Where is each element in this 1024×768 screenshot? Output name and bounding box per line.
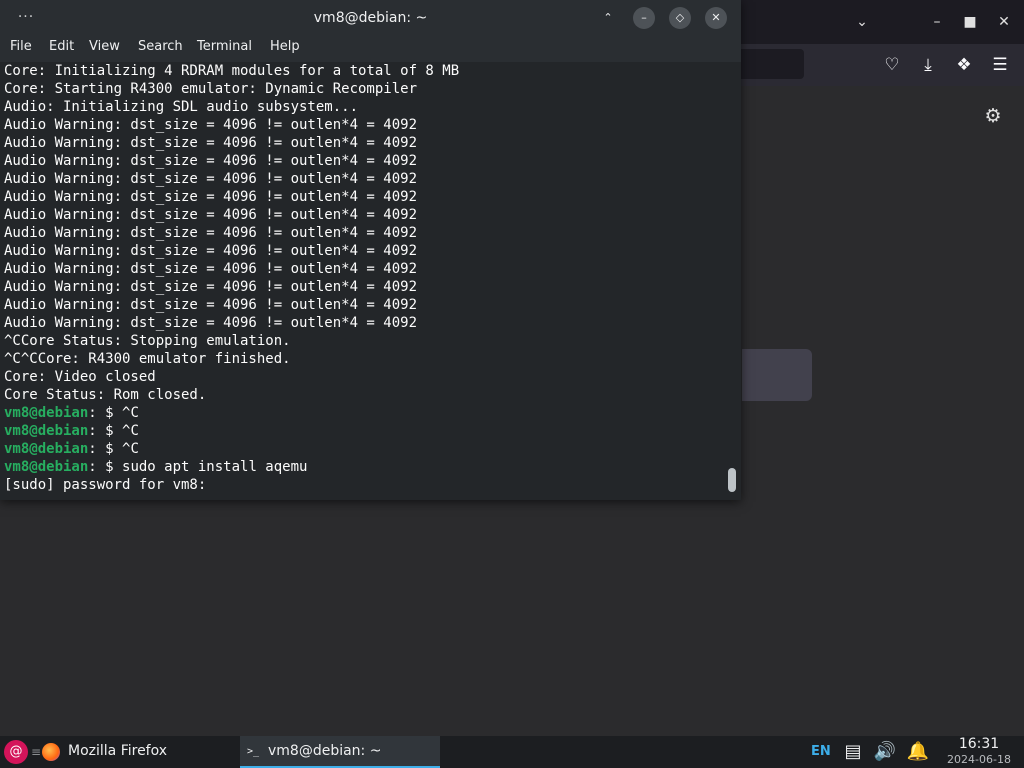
volume-icon[interactable]: 🔊	[873, 740, 897, 764]
clock-date[interactable]: 2024-06-18	[940, 752, 1018, 766]
close-icon[interactable]: ✕	[992, 10, 1016, 34]
terminal-line: Audio Warning: dst_size = 4096 != outlen…	[4, 260, 724, 278]
terminal-line: Audio Warning: dst_size = 4096 != outlen…	[4, 134, 724, 152]
line-text: : $ ^C	[88, 441, 139, 457]
line-text: Core: Starting R4300 emulator: Dynamic R…	[4, 81, 418, 97]
line-text: [sudo] password for vm8:	[4, 477, 215, 493]
terminal-line: Audio Warning: dst_size = 4096 != outlen…	[4, 152, 724, 170]
maximize-icon[interactable]: ◇	[669, 7, 691, 29]
keep-above-icon[interactable]: ⌃	[597, 7, 619, 29]
terminal-line: ^CCore Status: Stopping emulation.	[4, 332, 724, 350]
hamburger-menu-icon[interactable]: ☰	[989, 54, 1011, 76]
scrollbar-thumb[interactable]	[728, 468, 736, 492]
line-text: Audio Warning: dst_size = 4096 != outlen…	[4, 171, 418, 187]
line-text: ^CCore Status: Stopping emulation.	[4, 333, 291, 349]
menu-help[interactable]: Help	[270, 36, 300, 62]
notifications-icon[interactable]: 🔔	[906, 740, 930, 764]
line-text: Audio Warning: dst_size = 4096 != outlen…	[4, 135, 418, 151]
line-text: Audio Warning: dst_size = 4096 != outlen…	[4, 225, 418, 241]
separator-icon: ≡	[31, 745, 42, 759]
terminal-icon: >_	[244, 743, 262, 761]
terminal-line: Audio Warning: dst_size = 4096 != outlen…	[4, 314, 724, 332]
terminal-lines: Core: Initializing 4 RDRAM modules for a…	[4, 62, 724, 494]
line-text: Core Status: Rom closed.	[4, 387, 207, 403]
menu-terminal[interactable]: Terminal	[197, 36, 252, 62]
task-label-terminal: vm8@debian: ~	[268, 743, 382, 759]
terminal-line: Core Status: Rom closed.	[4, 386, 724, 404]
terminal-output[interactable]: Core: Initializing 4 RDRAM modules for a…	[0, 62, 741, 500]
terminal-line: vm8@debian: $ ^C	[4, 440, 724, 458]
menu-edit[interactable]: Edit	[49, 36, 74, 62]
terminal-line: Audio Warning: dst_size = 4096 != outlen…	[4, 170, 724, 188]
prompt-user-host: vm8@debian	[4, 459, 89, 475]
page-card	[742, 349, 812, 401]
line-text: : $ sudo apt install aqemu	[88, 459, 308, 475]
window-title: vm8@debian: ~	[313, 10, 428, 26]
clock-time[interactable]: 16:31	[940, 736, 1018, 752]
menubar: File Edit View Search Terminal Help	[0, 36, 741, 62]
line-text: Audio Warning: dst_size = 4096 != outlen…	[4, 261, 418, 277]
menu-search[interactable]: Search	[138, 36, 183, 62]
prompt-user-host: vm8@debian	[4, 441, 89, 457]
terminal-line: Audio Warning: dst_size = 4096 != outlen…	[4, 242, 724, 260]
terminal-line: Audio: Initializing SDL audio subsystem.…	[4, 98, 724, 116]
task-label-firefox: Mozilla Firefox	[68, 743, 168, 759]
menu-view[interactable]: View	[89, 36, 120, 62]
terminal-line: Audio Warning: dst_size = 4096 != outlen…	[4, 296, 724, 314]
terminal-line: Audio Warning: dst_size = 4096 != outlen…	[4, 206, 724, 224]
url-bar[interactable]	[736, 49, 804, 79]
terminal-line: Core: Starting R4300 emulator: Dynamic R…	[4, 80, 724, 98]
close-icon[interactable]: ✕	[705, 7, 727, 29]
terminal-titlebar: ··· vm8@debian: ~ ⌃ – ◇ ✕	[0, 0, 741, 36]
menu-file[interactable]: File	[10, 36, 32, 62]
line-text: Audio Warning: dst_size = 4096 != outlen…	[4, 207, 418, 223]
line-text: Audio Warning: dst_size = 4096 != outlen…	[4, 279, 418, 295]
terminal-line: vm8@debian: $ ^C	[4, 422, 724, 440]
terminal-line: Audio Warning: dst_size = 4096 != outlen…	[4, 116, 724, 134]
network-icon[interactable]: ▤	[841, 740, 865, 764]
line-text: : $ ^C	[88, 405, 139, 421]
line-text: Audio Warning: dst_size = 4096 != outlen…	[4, 315, 418, 331]
keyboard-layout-indicator[interactable]: EN	[811, 736, 831, 768]
terminal-line: Audio Warning: dst_size = 4096 != outlen…	[4, 278, 724, 296]
line-text: Audio Warning: dst_size = 4096 != outlen…	[4, 297, 418, 313]
line-text: Audio Warning: dst_size = 4096 != outlen…	[4, 153, 418, 169]
firefox-icon	[42, 743, 60, 761]
terminal-line: Audio Warning: dst_size = 4096 != outlen…	[4, 224, 724, 242]
line-text: Audio Warning: dst_size = 4096 != outlen…	[4, 189, 418, 205]
debian-logo-icon: @	[9, 744, 23, 759]
download-icon[interactable]: ⤓	[917, 54, 939, 76]
gear-icon[interactable]: ⚙	[982, 105, 1004, 127]
line-text: ^C^CCore: R4300 emulator finished.	[4, 351, 291, 367]
line-text: Core: Initializing 4 RDRAM modules for a…	[4, 63, 460, 79]
terminal-line: ^C^CCore: R4300 emulator finished.	[4, 350, 724, 368]
line-text: Core: Video closed	[4, 369, 156, 385]
line-text: : $ ^C	[88, 423, 139, 439]
maximize-icon[interactable]: ■	[958, 10, 982, 34]
prompt-user-host: vm8@debian	[4, 423, 89, 439]
extensions-icon[interactable]: ❖	[953, 54, 975, 76]
prompt-user-host: vm8@debian	[4, 405, 89, 421]
terminal-line: vm8@debian: $ ^C	[4, 404, 724, 422]
minimize-icon[interactable]: –	[925, 10, 949, 34]
terminal-line: Audio Warning: dst_size = 4096 != outlen…	[4, 188, 724, 206]
line-text: Audio Warning: dst_size = 4096 != outlen…	[4, 117, 418, 133]
chevron-down-icon[interactable]: ⌄	[850, 10, 874, 34]
line-text: Audio: Initializing SDL audio subsystem.…	[4, 99, 359, 115]
terminal-line: [sudo] password for vm8:	[4, 476, 724, 494]
line-text: Audio Warning: dst_size = 4096 != outlen…	[4, 243, 418, 259]
terminal-line: vm8@debian: $ sudo apt install aqemu	[4, 458, 724, 476]
terminal-line: Core: Initializing 4 RDRAM modules for a…	[4, 62, 724, 80]
terminal-line: Core: Video closed	[4, 368, 724, 386]
minimize-icon[interactable]: –	[633, 7, 655, 29]
pocket-icon[interactable]: ♡	[881, 54, 903, 76]
terminal-window: ··· vm8@debian: ~ ⌃ – ◇ ✕ File Edit View…	[0, 0, 741, 500]
